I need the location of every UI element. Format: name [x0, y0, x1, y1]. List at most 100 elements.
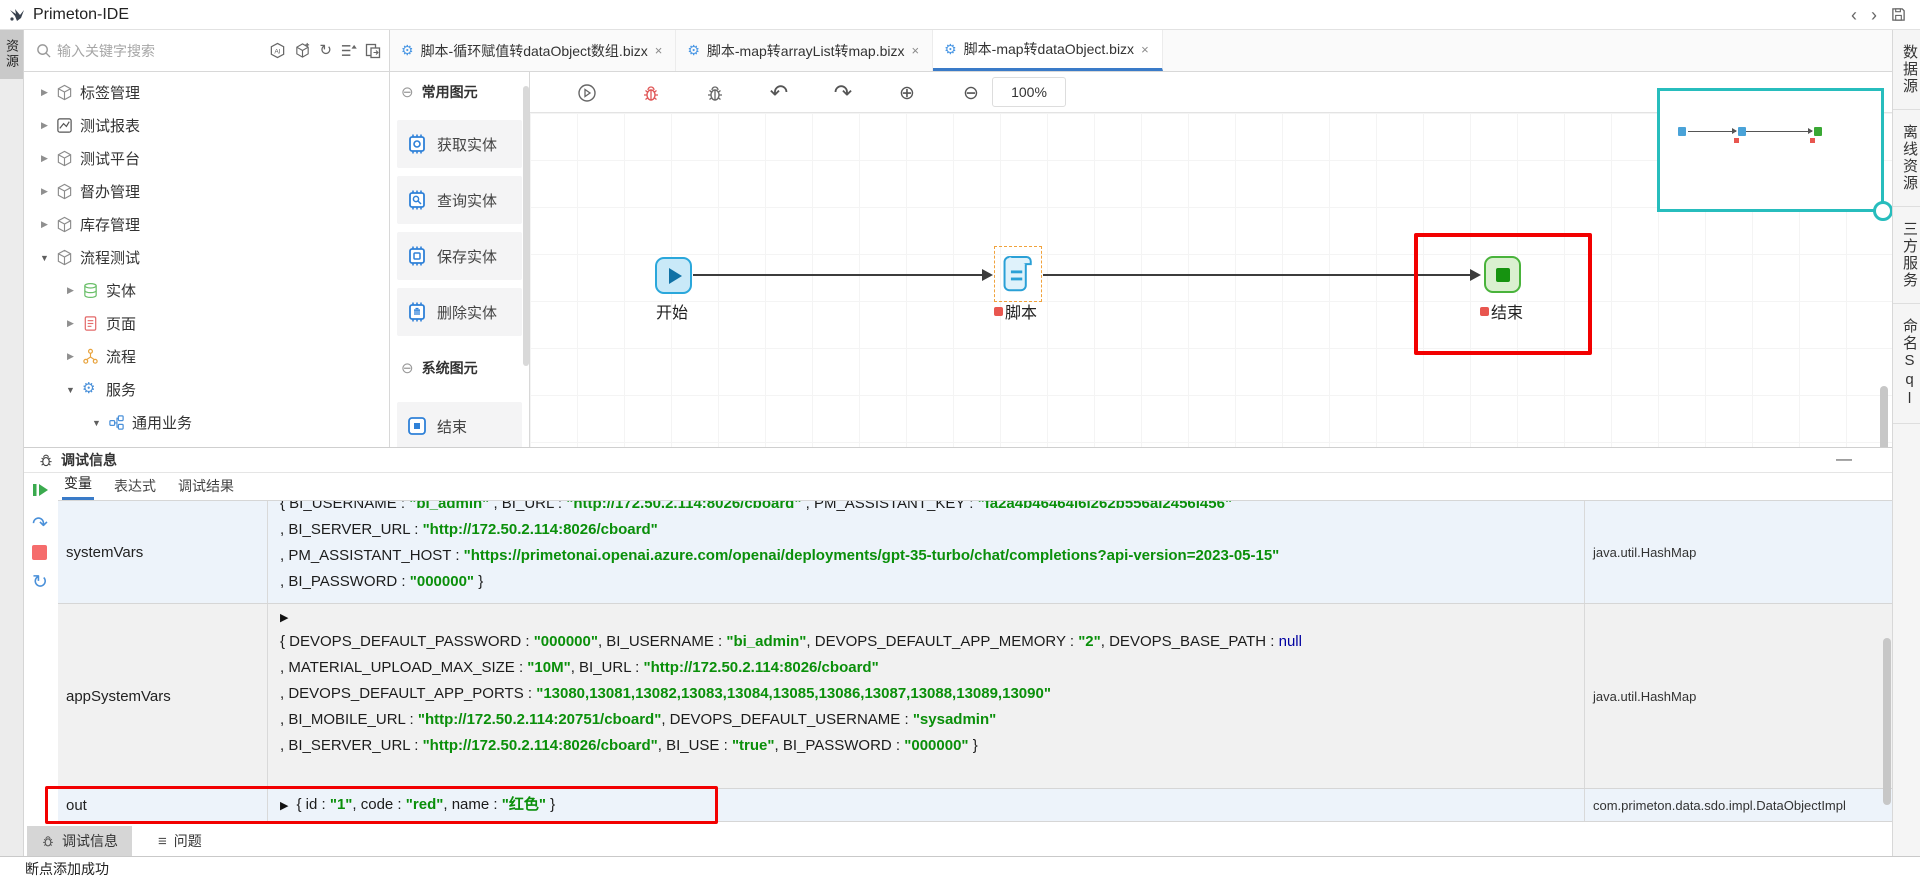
- page-icon: [82, 315, 99, 332]
- sidebar-item-page[interactable]: ▶ 页面: [24, 307, 389, 340]
- palette-item-save-entity[interactable]: 保存实体: [397, 232, 522, 280]
- resource-explorer: ▶ 标签管理 ▶ 测试报表 ▶ 测试平台 ▶ 督办管理 ▶ 库存管理 ▼ 流程测…: [24, 72, 390, 447]
- table-vertical-scrollbar[interactable]: [1883, 638, 1891, 805]
- tab-close-icon[interactable]: ×: [655, 43, 663, 58]
- sidebar-item-service[interactable]: ▼ ⚙ 服务: [24, 373, 389, 406]
- sidebar-item-process[interactable]: ▶ 流程: [24, 340, 389, 373]
- expand-arrow-icon[interactable]: ▶: [40, 120, 49, 131]
- flow-node-script[interactable]: [994, 246, 1042, 302]
- table-row-systemvars[interactable]: systemVars { BI_USERNAME : "bi_admin" , …: [58, 501, 1892, 604]
- locate-file-icon[interactable]: [365, 43, 381, 59]
- restart-icon[interactable]: ↻: [32, 573, 48, 592]
- right-strip-offline-resource[interactable]: 离线资源: [1893, 110, 1920, 207]
- flow-connector: [1043, 274, 1479, 276]
- collapse-group-icon[interactable]: ⊖: [401, 359, 414, 377]
- zoom-level-select[interactable]: 100%: [992, 77, 1066, 107]
- step-over-icon[interactable]: [32, 481, 50, 502]
- resource-strip-tab[interactable]: 资源: [0, 30, 23, 79]
- bottom-tab-debug-info[interactable]: 调试信息: [27, 826, 132, 856]
- flow-node-start[interactable]: [655, 257, 692, 294]
- tree-item-label: 标签管理: [80, 82, 140, 103]
- bizx-file-icon: ⚙: [944, 41, 957, 58]
- flow-node-end[interactable]: [1484, 256, 1521, 293]
- canvas-vertical-scrollbar[interactable]: [1880, 386, 1888, 447]
- variable-type-cell: java.util.HashMap: [1585, 501, 1892, 603]
- sidebar-item-entity[interactable]: ▶ 实体: [24, 274, 389, 307]
- expand-arrow-icon[interactable]: ▶: [66, 318, 75, 329]
- redo-icon[interactable]: ↷: [830, 80, 856, 106]
- debug-settings-bug-icon[interactable]: [702, 80, 728, 106]
- zoom-in-icon[interactable]: ⊕: [894, 80, 920, 106]
- right-dock-strip: 数据源 离线资源 三方服务 命名Sql: [1892, 30, 1920, 880]
- search-input[interactable]: [57, 43, 269, 59]
- right-strip-datasource[interactable]: 数据源: [1893, 30, 1920, 110]
- stop-debug-icon[interactable]: [32, 545, 47, 560]
- editor-tab-map-dataobject[interactable]: ⚙ 脚本-map转dataObject.bizx ×: [933, 30, 1163, 71]
- collapse-arrow-icon[interactable]: ▼: [66, 385, 75, 395]
- save-icon[interactable]: [1891, 7, 1906, 22]
- editor-tab-map-arraylist[interactable]: ⚙ 脚本-map转arrayList转map.bizx ×: [676, 30, 933, 71]
- palette-item-query-entity[interactable]: 查询实体: [397, 176, 522, 224]
- expand-arrow-icon[interactable]: ▶: [40, 186, 49, 197]
- sidebar-item-test-platform[interactable]: ▶ 测试平台: [24, 142, 389, 175]
- palette-item-delete-entity[interactable]: 删除实体: [397, 288, 522, 336]
- expand-value-icon[interactable]: ▶: [280, 612, 288, 624]
- shape-palette: ⊖ 常用图元 获取实体 查询实体 保存实体 删除实体 ⊖ 系统图元 结束: [390, 72, 530, 447]
- expand-arrow-icon[interactable]: ▶: [40, 87, 49, 98]
- palette-item-get-entity[interactable]: 获取实体: [397, 120, 522, 168]
- tab-close-icon[interactable]: ×: [1141, 42, 1149, 57]
- palette-group-system[interactable]: ⊖ 系统图元: [395, 348, 524, 388]
- variable-name-cell: out: [58, 789, 268, 821]
- right-strip-named-sql[interactable]: 命名Sql: [1893, 304, 1920, 424]
- expand-arrow-icon[interactable]: ▶: [66, 285, 75, 296]
- collapse-arrow-icon[interactable]: ▼: [92, 418, 101, 428]
- editor-tab-loop-dataobject[interactable]: ⚙ 脚本-循环赋值转dataObject数组.bizx ×: [390, 30, 676, 71]
- editor-tab-bar: ⚙ 脚本-循环赋值转dataObject数组.bizx × ⚙ 脚本-map转a…: [390, 30, 1892, 71]
- sort-list-icon[interactable]: [340, 43, 357, 58]
- sidebar-item-tag-management[interactable]: ▶ 标签管理: [24, 76, 389, 109]
- status-message: 断点添加成功: [25, 859, 109, 879]
- collapse-arrow-icon[interactable]: ▼: [40, 253, 49, 263]
- expand-arrow-icon[interactable]: ▶: [66, 351, 75, 362]
- nav-back-icon[interactable]: ‹: [1851, 6, 1857, 24]
- palette-item-end[interactable]: 结束: [397, 402, 522, 447]
- stop-square-icon: [1496, 268, 1510, 282]
- sidebar-item-process-test[interactable]: ▼ 流程测试: [24, 241, 389, 274]
- palette-group-common[interactable]: ⊖ 常用图元: [395, 72, 524, 112]
- sidebar-item-inventory-management[interactable]: ▶ 库存管理: [24, 208, 389, 241]
- debug-tab-expressions[interactable]: 表达式: [112, 472, 158, 500]
- debug-tab-results[interactable]: 调试结果: [176, 472, 236, 500]
- minimap-end-node: [1814, 127, 1822, 136]
- sidebar-item-general-business[interactable]: ▼ 通用业务: [24, 406, 389, 439]
- ai-assistant-icon[interactable]: AI: [269, 42, 286, 59]
- palette-scrollbar[interactable]: [523, 86, 529, 366]
- sidebar-item-test-report[interactable]: ▶ 测试报表: [24, 109, 389, 142]
- resume-icon[interactable]: ↷: [32, 515, 48, 534]
- nav-forward-icon[interactable]: ›: [1871, 6, 1877, 24]
- editor-tab-label: 脚本-map转dataObject.bizx: [964, 39, 1134, 59]
- table-row-out[interactable]: out ▶ { id : "1", code : "red", name : "…: [58, 789, 1892, 822]
- new-module-icon[interactable]: [294, 42, 311, 59]
- sidebar-item-supervision-management[interactable]: ▶ 督办管理: [24, 175, 389, 208]
- module-cube-icon: [56, 249, 73, 266]
- right-strip-third-party-service[interactable]: 三方服务: [1893, 207, 1920, 304]
- minimize-panel-icon[interactable]: —: [1836, 451, 1892, 469]
- query-entity-chip-icon: [406, 189, 428, 211]
- run-debug-icon[interactable]: [574, 80, 600, 106]
- minimap[interactable]: [1657, 88, 1884, 212]
- table-row-appsystemvars[interactable]: appSystemVars ▶ { DEVOPS_DEFAULT_PASSWOR…: [58, 604, 1892, 789]
- palette-item-label: 删除实体: [437, 302, 497, 323]
- expand-value-icon[interactable]: ▶: [280, 799, 288, 812]
- bottom-tab-problems[interactable]: ≡ 问题: [144, 826, 216, 856]
- expand-arrow-icon[interactable]: ▶: [40, 219, 49, 230]
- tab-close-icon[interactable]: ×: [912, 43, 920, 58]
- expand-arrow-icon[interactable]: ▶: [40, 153, 49, 164]
- undo-icon[interactable]: ↶: [766, 80, 792, 106]
- minimap-resize-handle[interactable]: [1873, 201, 1893, 221]
- zoom-out-icon[interactable]: ⊖: [958, 80, 984, 106]
- zoom-level-value: 100%: [1011, 84, 1047, 100]
- debug-tab-variables[interactable]: 变量: [62, 469, 94, 500]
- collapse-group-icon[interactable]: ⊖: [401, 83, 414, 101]
- breakpoint-bug-icon[interactable]: [638, 80, 664, 106]
- refresh-icon[interactable]: ↻: [319, 43, 332, 58]
